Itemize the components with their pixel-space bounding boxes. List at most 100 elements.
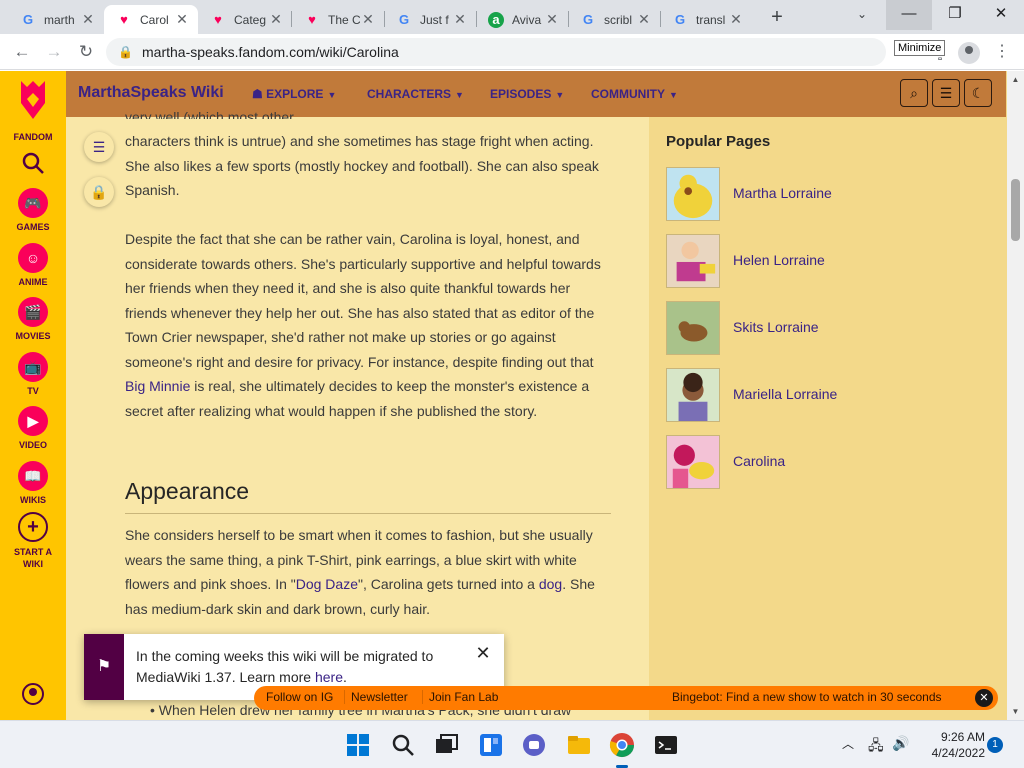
new-tab-plus-icon[interactable]: + — [765, 6, 789, 30]
tab-close-icon[interactable]: ✕ — [544, 11, 560, 28]
popular-page-link[interactable]: Martha Lorraine — [733, 185, 832, 201]
rail-item-movies[interactable]: 🎬 MOVIES — [0, 297, 66, 341]
tab-search-chevron-icon[interactable]: ⌄ — [852, 7, 872, 27]
teams-chat-icon[interactable] — [520, 731, 548, 759]
clock-date[interactable]: 4/24/2022 — [925, 746, 985, 760]
minimize-window-icon[interactable]: — — [886, 0, 932, 30]
search-icon[interactable] — [389, 731, 417, 759]
browser-tab[interactable]: ♥ Categ ✕ — [198, 5, 292, 34]
popular-page-item[interactable]: Carolina — [666, 435, 866, 490]
popular-pages-title: Popular Pages — [666, 133, 771, 150]
reload-icon[interactable]: ↻ — [74, 40, 98, 64]
windows-taskbar: ︿ 🖧 🔊 9:26 AM 4/24/2022 1 — [0, 720, 1024, 768]
table-of-contents-icon[interactable]: ☰ — [84, 132, 114, 162]
tab-close-icon[interactable]: ✕ — [636, 11, 652, 28]
rail-item-start-a-wiki[interactable]: + START A WIKI — [0, 512, 66, 570]
browser-tab[interactable]: G marth ✕ — [8, 5, 104, 34]
notice-learn-more-link[interactable]: here — [315, 669, 343, 685]
windows-start-icon[interactable] — [344, 731, 372, 759]
bingebot-link[interactable]: Bingebot: Find a new show to watch in 30… — [666, 690, 948, 704]
link-dog-daze[interactable]: Dog Daze — [296, 576, 358, 592]
helen-thumbnail-image — [666, 234, 720, 288]
close-window-icon[interactable]: ✕ — [978, 0, 1024, 30]
newsletter-button[interactable]: Newsletter — [344, 690, 414, 704]
show-hidden-icons-chevron-icon[interactable]: ︿ — [842, 735, 854, 752]
mariella-thumbnail-image — [666, 368, 720, 422]
anime-face-icon: ☺ — [18, 243, 48, 273]
browser-tab[interactable]: G scribl ✕ — [568, 5, 660, 34]
address-bar[interactable]: 🔒 martha-speaks.fandom.com/wiki/Carolina… — [106, 38, 980, 66]
close-icon[interactable]: ✕ — [474, 644, 492, 662]
volume-icon[interactable]: 🔊 — [892, 735, 909, 752]
user-account-icon[interactable] — [22, 683, 44, 705]
tab-title: Carol — [140, 12, 169, 27]
scroll-down-arrow-icon[interactable]: ▼ — [1007, 703, 1024, 720]
follow-on-ig-button[interactable]: Follow on IG — [260, 690, 339, 704]
popular-page-item[interactable]: Mariella Lorraine — [666, 368, 866, 423]
close-icon[interactable]: ✕ — [975, 689, 993, 707]
tab-close-icon[interactable]: ✕ — [728, 11, 744, 28]
popular-page-item[interactable]: Martha Lorraine — [666, 167, 866, 222]
popular-page-link[interactable]: Skits Lorraine — [733, 319, 819, 335]
nav-episodes[interactable]: EPISODES ▼ — [490, 87, 564, 101]
google-icon: G — [582, 12, 594, 27]
browser-menu-kebab-icon[interactable]: ⋮ — [992, 40, 1012, 64]
tab-close-icon[interactable]: ✕ — [360, 11, 376, 28]
nav-characters[interactable]: CHARACTERS ▼ — [367, 87, 464, 101]
scroll-up-arrow-icon[interactable]: ▲ — [1007, 71, 1024, 88]
nav-community[interactable]: COMMUNITY ▼ — [591, 87, 678, 101]
lock-icon[interactable]: 🔒 — [84, 177, 114, 207]
flag-icon: ⚑ — [84, 634, 124, 700]
notification-badge[interactable]: 1 — [987, 737, 1003, 753]
search-icon[interactable]: ⌕ — [900, 79, 928, 107]
browser-tab[interactable]: a Aviva ✕ — [476, 5, 568, 34]
search-icon[interactable] — [21, 151, 45, 175]
terminal-icon[interactable] — [652, 731, 680, 759]
wiki-name[interactable]: MarthaSpeaks Wiki — [78, 84, 224, 102]
tab-close-icon[interactable]: ✕ — [452, 11, 468, 28]
rail-item-anime[interactable]: ☺ ANIME — [0, 243, 66, 287]
rail-item-games[interactable]: 🎮 GAMES — [0, 188, 66, 232]
popular-page-link[interactable]: Helen Lorraine — [733, 252, 825, 268]
link-big-minnie[interactable]: Big Minnie — [125, 378, 190, 394]
network-icon[interactable]: 🖧 — [868, 735, 884, 759]
discussions-icon[interactable]: ☰ — [932, 79, 960, 107]
file-explorer-folder-icon[interactable] — [565, 731, 593, 759]
browser-tab[interactable]: G Just f ✕ — [384, 5, 476, 34]
tab-close-icon[interactable]: ✕ — [268, 11, 284, 28]
clock-time[interactable]: 9:26 AM — [925, 730, 985, 744]
browser-toolbar: ← → ↻ 🔒 martha-speaks.fandom.com/wiki/Ca… — [0, 34, 1024, 70]
rail-item-label: VIDEO — [18, 440, 47, 450]
browser-tab[interactable]: ♥ The C ✕ — [292, 5, 384, 34]
forward-arrow-icon[interactable]: → — [42, 40, 66, 64]
caret-down-icon: ▼ — [555, 90, 565, 100]
browser-tab[interactable]: G transl ✕ — [660, 5, 752, 34]
back-arrow-icon[interactable]: ← — [10, 40, 34, 64]
rail-item-video[interactable]: ▶ VIDEO — [0, 406, 66, 450]
popular-page-link[interactable]: Mariella Lorraine — [733, 386, 837, 402]
tab-close-icon[interactable]: ✕ — [80, 11, 96, 28]
article-paragraph: characters think is untrue) and she some… — [125, 133, 599, 198]
widgets-icon[interactable] — [477, 731, 505, 759]
popular-page-item[interactable]: Helen Lorraine — [666, 234, 866, 289]
lock-icon: 🔒 — [118, 45, 133, 59]
profile-avatar-icon[interactable] — [958, 42, 980, 64]
fandom-logo-icon[interactable] — [17, 79, 49, 123]
chrome-icon[interactable] — [608, 731, 636, 759]
tab-close-icon[interactable]: ✕ — [174, 11, 190, 28]
task-view-icon[interactable] — [432, 731, 460, 759]
dark-mode-moon-icon[interactable]: ☾ — [964, 79, 992, 107]
nav-explore[interactable]: ☗ EXPLORE ▼ — [252, 87, 336, 101]
join-fan-lab-button[interactable]: Join Fan Lab — [422, 690, 504, 704]
notice-text: In the coming weeks this wiki will be mi… — [136, 646, 466, 688]
restore-window-icon[interactable]: ❐ — [932, 0, 978, 30]
page-scrollbar[interactable]: ▲ ▼ — [1007, 71, 1024, 720]
popular-page-item[interactable]: Skits Lorraine — [666, 301, 866, 356]
link-dog[interactable]: dog — [539, 576, 562, 592]
rail-item-wikis[interactable]: 📖 WIKIS — [0, 461, 66, 505]
browser-tab-active[interactable]: ♥ Carol ✕ — [104, 5, 198, 34]
scrollbar-thumb[interactable] — [1011, 179, 1020, 241]
skits-thumbnail-image — [666, 301, 720, 355]
rail-item-tv[interactable]: 📺 TV — [0, 352, 66, 396]
popular-page-link[interactable]: Carolina — [733, 453, 785, 469]
